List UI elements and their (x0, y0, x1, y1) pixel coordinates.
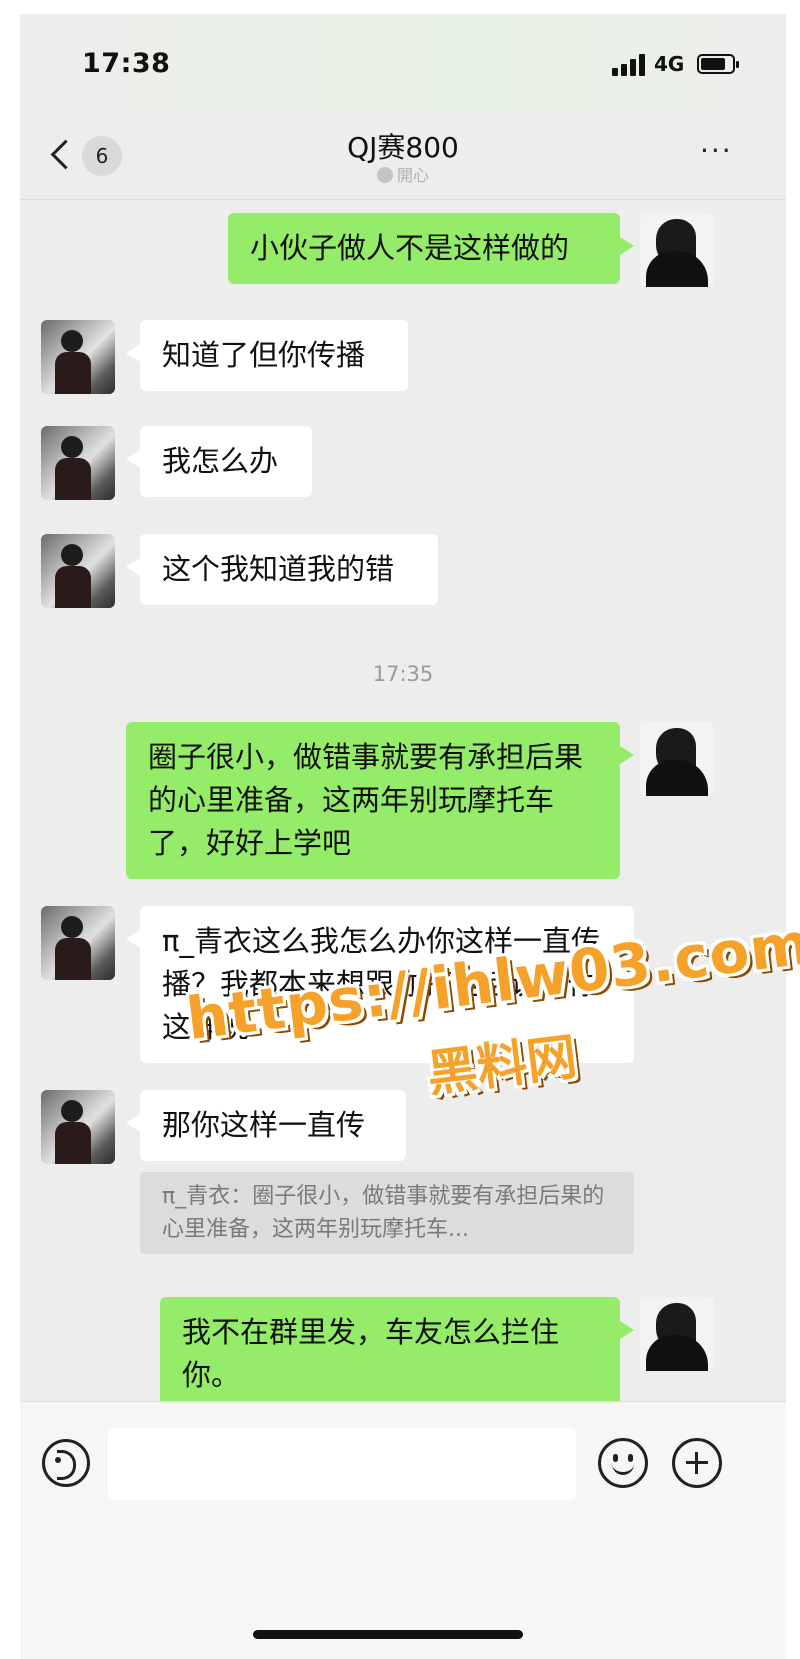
plus-icon[interactable] (672, 1438, 722, 1488)
chat-title: QJ赛800 (347, 131, 459, 164)
chat-status: 開心 (20, 162, 786, 186)
message-bubble-outgoing[interactable]: 小伙子做人不是这样做的 (228, 213, 634, 284)
status-bar: 17:38 4G (20, 14, 786, 114)
more-options-button[interactable]: ··· (700, 137, 744, 165)
message-bubble-outgoing[interactable]: 圈子很小，做错事就要有承担后果的心里准备，这两年别玩摩托车了，好好上学吧 (126, 722, 634, 879)
voice-input-icon[interactable] (42, 1439, 90, 1487)
contact-avatar[interactable] (41, 320, 115, 394)
message-bubble-incoming[interactable]: 那你这样一直传 (126, 1090, 406, 1161)
contact-avatar[interactable] (41, 1090, 115, 1164)
quoted-message[interactable]: π_青衣：圈子很小，做错事就要有承担后果的心里准备，这两年别玩摩托车... (140, 1172, 634, 1254)
message-input[interactable] (108, 1428, 576, 1500)
message-list[interactable]: 小伙子做人不是这样做的 知道了但你传播 我怎么办 这个我知道我的错 17:35 … (20, 200, 786, 1440)
mood-icon (376, 167, 393, 183)
my-avatar[interactable] (640, 1297, 714, 1371)
message-bubble-incoming[interactable]: 这个我知道我的错 (126, 534, 438, 605)
contact-avatar[interactable] (41, 534, 115, 608)
wechat-chat-screen: 17:38 4G 6 QJ赛800 開心 ··· 小伙子做人不是这样做的 知道了… (20, 14, 786, 1659)
message-bubble-incoming[interactable]: π_青衣这么我怎么办你这样一直传播？我都本来想跟你打电话说的你这样说 (126, 906, 634, 1063)
message-bubble-outgoing[interactable]: 我不在群里发，车友怎么拦住你。 (160, 1297, 634, 1411)
chat-status-text: 開心 (396, 166, 429, 185)
emoji-icon[interactable] (598, 1438, 648, 1488)
contact-avatar[interactable] (41, 906, 115, 980)
message-bubble-incoming[interactable]: 知道了但你传播 (126, 320, 408, 391)
my-avatar[interactable] (640, 213, 714, 287)
signal-strength-icon (612, 54, 646, 76)
message-timestamp: 17:35 (372, 662, 434, 686)
input-bar (20, 1401, 786, 1659)
status-time: 17:38 (82, 48, 171, 79)
home-indicator (253, 1630, 523, 1639)
battery-icon (697, 54, 739, 74)
message-bubble-incoming[interactable]: 我怎么办 (126, 426, 312, 497)
network-type: 4G (654, 52, 685, 76)
chat-header: 6 QJ赛800 開心 ··· (20, 114, 786, 200)
my-avatar[interactable] (640, 722, 714, 796)
contact-avatar[interactable] (41, 426, 115, 500)
